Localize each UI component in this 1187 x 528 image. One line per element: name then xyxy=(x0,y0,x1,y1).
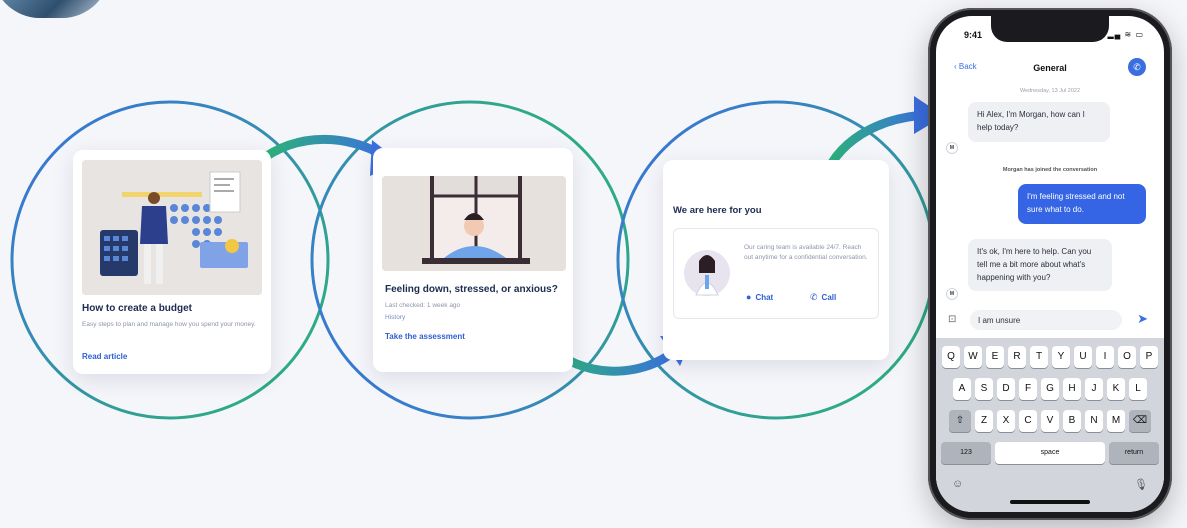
keyboard-row-3: ⇧ Z X C V B N M ⌫ xyxy=(936,410,1164,432)
key-c[interactable]: C xyxy=(1019,410,1037,432)
key-b[interactable]: B xyxy=(1063,410,1081,432)
key-f[interactable]: F xyxy=(1019,378,1037,400)
person-at-window-illustration xyxy=(382,176,566,271)
read-article-link[interactable]: Read article xyxy=(82,352,127,361)
history-link[interactable]: History xyxy=(385,313,405,323)
key-g[interactable]: G xyxy=(1041,378,1059,400)
key-r[interactable]: R xyxy=(1008,346,1026,368)
card-description: Easy steps to plan and manage how you sp… xyxy=(82,321,256,328)
budget-article-card[interactable]: How to create a budget Easy steps to pla… xyxy=(73,150,271,374)
phone-notch xyxy=(991,16,1109,42)
calculator-illustration xyxy=(82,160,262,295)
chat-date: Wednesday, 13 Jul 2022 xyxy=(1019,88,1081,94)
budget-illustration xyxy=(82,160,262,295)
key-q[interactable]: Q xyxy=(942,346,960,368)
phone-icon: ✆ xyxy=(810,292,818,302)
agent-avatar: M xyxy=(946,142,958,154)
key-d[interactable]: D xyxy=(997,378,1015,400)
message-bubble-incoming: It's ok, I'm here to help. Can you tell … xyxy=(968,239,1112,292)
return-key[interactable]: return xyxy=(1109,442,1159,464)
message-input[interactable] xyxy=(970,310,1122,330)
message-bubble-outgoing: I'm feeling stressed and not sure what t… xyxy=(1018,184,1146,224)
system-message: Morgan has joined the conversation xyxy=(1002,167,1098,173)
card-title: Feeling down, stressed, or anxious? xyxy=(385,284,558,295)
key-v[interactable]: V xyxy=(1041,410,1059,432)
home-indicator xyxy=(1010,500,1090,504)
last-checked-text: Last checked: 1 week ago xyxy=(385,302,461,309)
chat-icon: ● xyxy=(746,292,752,302)
chat-button[interactable]: ● Chat xyxy=(746,292,773,302)
support-panel: Our caring team is available 24/7. Reach… xyxy=(673,228,879,319)
take-assessment-link[interactable]: Take the assessment xyxy=(385,332,465,341)
agent-avatar: M xyxy=(946,288,958,300)
keyboard: Q W E R T Y U I O P A S D F G H J K L ⇧ … xyxy=(936,338,1164,512)
key-h[interactable]: H xyxy=(1063,378,1081,400)
call-icon[interactable]: ✆ xyxy=(1128,58,1146,76)
card-title: We are here for you xyxy=(673,205,762,216)
key-s[interactable]: S xyxy=(975,378,993,400)
keyboard-row-4: 123 space return xyxy=(936,442,1164,464)
phone-screen: 9:41 ▂▄ ≋ ▭ ‹ Back General ✆ Wednesday, … xyxy=(936,16,1164,512)
space-key[interactable]: space xyxy=(995,442,1105,464)
card-title: How to create a budget xyxy=(82,303,193,314)
key-e[interactable]: E xyxy=(986,346,1004,368)
key-o[interactable]: O xyxy=(1118,346,1136,368)
chat-label: Chat xyxy=(755,292,774,302)
call-button[interactable]: ✆ Call xyxy=(810,292,836,303)
keyboard-row-1: Q W E R T Y U I O P xyxy=(936,346,1164,368)
support-description: Our caring team is available 24/7. Reach… xyxy=(744,244,868,261)
key-m[interactable]: M xyxy=(1107,410,1125,432)
key-p[interactable]: P xyxy=(1140,346,1158,368)
key-a[interactable]: A xyxy=(953,378,971,400)
key-i[interactable]: I xyxy=(1096,346,1114,368)
camera-icon[interactable]: ⊡ xyxy=(948,314,956,325)
message-composer: ⊡ ➤ xyxy=(936,310,1164,334)
send-icon[interactable]: ➤ xyxy=(1137,311,1148,327)
phone-mockup: 9:41 ▂▄ ≋ ▭ ‹ Back General ✆ Wednesday, … xyxy=(928,8,1172,520)
key-t[interactable]: T xyxy=(1030,346,1048,368)
call-label: Call xyxy=(821,293,837,302)
window-illustration xyxy=(382,176,566,271)
key-l[interactable]: L xyxy=(1129,378,1147,400)
journey-stage: How to create a budget Easy steps to pla… xyxy=(0,0,1187,528)
key-u[interactable]: U xyxy=(1074,346,1092,368)
numbers-key[interactable]: 123 xyxy=(941,442,991,464)
key-w[interactable]: W xyxy=(964,346,982,368)
key-z[interactable]: Z xyxy=(975,410,993,432)
key-y[interactable]: Y xyxy=(1052,346,1070,368)
key-k[interactable]: K xyxy=(1107,378,1125,400)
status-time: 9:41 xyxy=(964,30,983,40)
shift-icon[interactable]: ⇧ xyxy=(949,410,971,432)
support-card: We are here for you Our caring team is a… xyxy=(663,160,889,360)
keyboard-row-2: A S D F G H J K L xyxy=(936,378,1164,400)
microphone-icon[interactable]: 🎙 xyxy=(1134,478,1148,491)
assessment-card[interactable]: Feeling down, stressed, or anxious? Last… xyxy=(373,148,573,372)
message-bubble-incoming: Hi Alex, I'm Morgan, how can I help toda… xyxy=(968,102,1110,142)
signal-wifi-battery-icon: ▂▄ ≋ ▭ xyxy=(1107,30,1144,39)
key-n[interactable]: N xyxy=(1085,410,1103,432)
backspace-icon[interactable]: ⌫ xyxy=(1129,410,1151,432)
emoji-icon[interactable]: ☺ xyxy=(952,478,963,490)
counsellor-avatar xyxy=(684,250,730,296)
key-x[interactable]: X xyxy=(997,410,1015,432)
chat-header: ‹ Back General ✆ xyxy=(936,56,1164,82)
key-j[interactable]: J xyxy=(1085,378,1103,400)
